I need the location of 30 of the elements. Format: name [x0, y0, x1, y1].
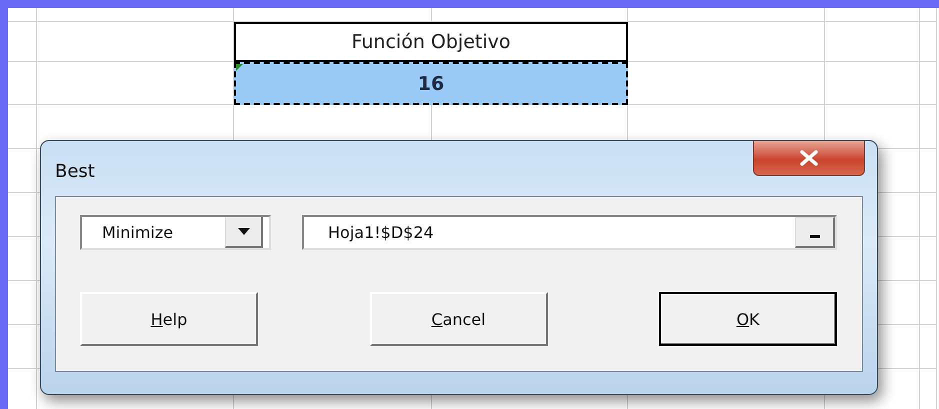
- cancel-button[interactable]: Cancel: [370, 292, 548, 346]
- sheet-cell: [8, 325, 37, 369]
- collapse-button[interactable]: [795, 217, 835, 248]
- ok-button[interactable]: OK: [659, 292, 837, 346]
- header-cell: Función Objetivo: [234, 22, 628, 62]
- sheet-cell: [8, 281, 37, 325]
- close-button[interactable]: [753, 141, 865, 176]
- sheet-cell: [920, 237, 937, 281]
- help-button[interactable]: Help: [80, 292, 258, 346]
- sheet-cell: [8, 62, 37, 105]
- sheet-cell: [920, 149, 937, 193]
- sheet-cell: [920, 193, 937, 237]
- sheet-cell: [8, 149, 37, 193]
- sheet-cell: [920, 325, 937, 369]
- sheet-cell: [920, 281, 937, 325]
- sheet-cell: [920, 105, 937, 149]
- sheet-cell: [8, 8, 37, 22]
- corner-triangle-icon: [236, 64, 243, 71]
- sheet-cell: [920, 8, 937, 22]
- caret-icon: [238, 228, 250, 235]
- sheet-cell: [8, 193, 37, 237]
- dialog-title: Best: [55, 161, 95, 182]
- sheet-cell: [8, 22, 37, 62]
- value-cell: 16: [234, 62, 628, 105]
- goal-dropdown[interactable]: Minimize: [80, 215, 271, 250]
- cell-reference-field[interactable]: Hoja1!$D$24: [302, 215, 837, 250]
- sheet-cell: [920, 22, 937, 62]
- close-icon: [799, 150, 819, 166]
- sheet-cell: [920, 62, 937, 105]
- sheet-cell: [8, 237, 37, 281]
